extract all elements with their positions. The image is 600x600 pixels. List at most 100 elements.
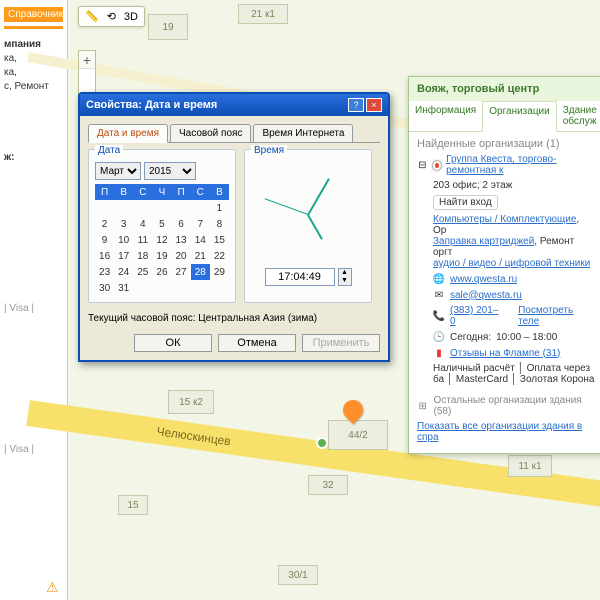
- analog-clock: [253, 164, 363, 264]
- calendar-day[interactable]: 7: [191, 216, 210, 232]
- panel-tabs: Информация Организации Здание обслуж: [409, 101, 600, 132]
- year-select[interactable]: 2015: [144, 162, 196, 180]
- calendar-day: [191, 200, 210, 216]
- calendar-day[interactable]: 20: [171, 248, 190, 264]
- show-all-link[interactable]: Показать все организации здания в спра: [417, 421, 595, 443]
- sidebar-item[interactable]: ка,: [4, 67, 63, 78]
- spinner-down[interactable]: ▼: [339, 277, 351, 285]
- building[interactable]: 30/1: [278, 565, 318, 585]
- tab-service[interactable]: Здание обслуж: [557, 101, 600, 131]
- calendar-day[interactable]: 24: [114, 264, 133, 280]
- sidebar-item[interactable]: с, Ремонт: [4, 81, 63, 92]
- phone-more-link[interactable]: Посмотреть теле: [518, 305, 595, 327]
- calendar-day: [152, 200, 171, 216]
- calendar-day[interactable]: 21: [191, 248, 210, 264]
- calendar-day[interactable]: 16: [95, 248, 114, 264]
- dialog-title: Свойства: Дата и время: [86, 99, 217, 111]
- calendar-day[interactable]: 4: [133, 216, 152, 232]
- help-button[interactable]: ?: [348, 98, 364, 112]
- phone-link[interactable]: (383) 201–0: [450, 305, 503, 327]
- calendar-day[interactable]: 25: [133, 264, 152, 280]
- expand-icon[interactable]: ⊞: [417, 400, 428, 412]
- building[interactable]: 15: [118, 495, 148, 515]
- dow-header: В: [114, 184, 133, 200]
- category-link[interactable]: Компьютеры / Комплектующие: [433, 214, 576, 225]
- calendar-day[interactable]: 28: [191, 264, 210, 280]
- category-link[interactable]: Заправка картриджей: [433, 236, 534, 247]
- 3d-toggle[interactable]: 3D: [124, 11, 138, 23]
- cancel-button[interactable]: Отмена: [218, 334, 296, 352]
- building[interactable]: 19: [148, 14, 188, 40]
- compass-icon[interactable]: ⟲: [107, 10, 116, 23]
- calendar-day: [191, 280, 210, 296]
- calendar-day[interactable]: 2: [95, 216, 114, 232]
- sidebar-group-company: мпания: [4, 39, 63, 50]
- calendar-day[interactable]: 9: [95, 232, 114, 248]
- building[interactable]: 11 к1: [508, 455, 552, 477]
- calendar-day[interactable]: 22: [210, 248, 229, 264]
- dow-header: Ч: [152, 184, 171, 200]
- calendar-day[interactable]: 23: [95, 264, 114, 280]
- calendar-day[interactable]: 10: [114, 232, 133, 248]
- second-hand: [265, 198, 309, 215]
- ok-button[interactable]: ОК: [134, 334, 212, 352]
- tab-datetime[interactable]: Дата и время: [88, 124, 168, 143]
- tab-info[interactable]: Информация: [409, 101, 482, 131]
- building[interactable]: 21 к1: [238, 4, 288, 24]
- calendar-day[interactable]: 31: [114, 280, 133, 296]
- spinner-up[interactable]: ▲: [339, 269, 351, 277]
- calendar-day[interactable]: 6: [171, 216, 190, 232]
- close-button[interactable]: ×: [366, 98, 382, 112]
- calendar-day[interactable]: 12: [152, 232, 171, 248]
- map-pin-icon[interactable]: [343, 400, 363, 428]
- calendar-day[interactable]: 13: [171, 232, 190, 248]
- sidebar-accent: [4, 26, 63, 29]
- calendar-day[interactable]: 3: [114, 216, 133, 232]
- reviews-link[interactable]: Отзывы на Флампе (31): [450, 348, 560, 359]
- calendar-day[interactable]: 17: [114, 248, 133, 264]
- flamp-icon: ▮: [433, 347, 445, 359]
- dow-header: П: [95, 184, 114, 200]
- calendar-day[interactable]: 1: [210, 200, 229, 216]
- calendar-day: [210, 280, 229, 296]
- email-link[interactable]: sale@qwesta.ru: [450, 290, 522, 301]
- calendar-day: [133, 280, 152, 296]
- building[interactable]: 32: [308, 475, 348, 495]
- bus-stop-icon[interactable]: [316, 437, 328, 449]
- website-link[interactable]: www.qwesta.ru: [450, 274, 517, 285]
- calendar-day[interactable]: 5: [152, 216, 171, 232]
- calendar-day[interactable]: 29: [210, 264, 229, 280]
- apply-button[interactable]: Применить: [302, 334, 380, 352]
- zoom-in-button[interactable]: +: [79, 51, 95, 69]
- find-entry-button[interactable]: Найти вход: [433, 195, 498, 210]
- org-link[interactable]: Группа Квеста, торгово-ремонтная к: [446, 154, 595, 176]
- time-spinner: ▲ ▼: [338, 268, 352, 286]
- building[interactable]: 15 к2: [168, 390, 214, 414]
- calendar-day[interactable]: 27: [171, 264, 190, 280]
- calendar-day[interactable]: 30: [95, 280, 114, 296]
- calendar-day[interactable]: 19: [152, 248, 171, 264]
- category-link[interactable]: аудио / видео / цифровой техники: [433, 258, 590, 269]
- calendar-day[interactable]: 26: [152, 264, 171, 280]
- tab-internet-time[interactable]: Время Интернета: [253, 124, 353, 142]
- time-input[interactable]: [265, 268, 335, 286]
- calendar-day: [171, 200, 190, 216]
- expand-icon[interactable]: ⊟: [417, 159, 428, 171]
- sidebar-group: ж:: [4, 152, 63, 163]
- tab-orgs[interactable]: Организации: [482, 101, 556, 132]
- hour-hand: [307, 215, 323, 240]
- calendar-day: [171, 280, 190, 296]
- month-select[interactable]: Март: [95, 162, 141, 180]
- tab-timezone[interactable]: Часовой пояс: [170, 124, 251, 142]
- timezone-text: Текущий часовой пояс: Центральная Азия (…: [88, 313, 380, 324]
- calendar-day[interactable]: 11: [133, 232, 152, 248]
- ruler-icon[interactable]: 📏: [85, 10, 99, 23]
- calendar-day[interactable]: 14: [191, 232, 210, 248]
- rest-orgs-label: Остальные организации здания (58): [433, 395, 595, 417]
- warning-icon[interactable]: ⚠: [46, 579, 59, 596]
- dialog-titlebar[interactable]: Свойства: Дата и время ? ×: [80, 94, 388, 116]
- calendar-day[interactable]: 8: [210, 216, 229, 232]
- sidebar-footer: | Visa |: [4, 444, 63, 455]
- calendar-day[interactable]: 18: [133, 248, 152, 264]
- calendar-day[interactable]: 15: [210, 232, 229, 248]
